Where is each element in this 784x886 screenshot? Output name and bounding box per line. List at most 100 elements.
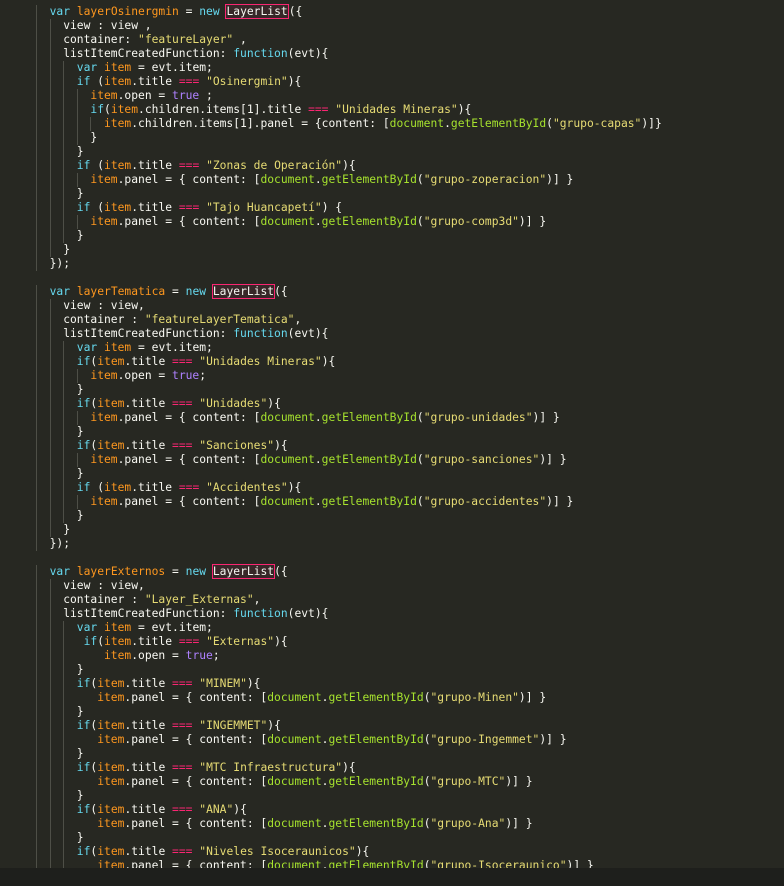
code-token: "Tajo Huancapetí" (206, 201, 322, 214)
indent-guide (49, 397, 51, 411)
code-line[interactable]: item.open = true ; (0, 89, 784, 103)
code-line[interactable]: if(item.title === "Unidades Mineras"){ (0, 355, 784, 369)
code-token: var (49, 565, 77, 578)
indent-guide (63, 635, 65, 649)
code-line[interactable]: }); (0, 257, 784, 271)
code-line[interactable]: if(item.title === "MINEM"){ (0, 677, 784, 691)
code-line[interactable]: var item = evt.item; (0, 621, 784, 635)
code-text: if(item.title === "Externas"){ (84, 635, 288, 649)
indent-guide (49, 173, 51, 187)
code-line[interactable]: } (0, 523, 784, 537)
code-line[interactable]: } (0, 425, 784, 439)
indent-guide (49, 61, 51, 75)
indent-guide (36, 495, 37, 509)
indent-guide (49, 299, 51, 313)
code-text: } (77, 831, 84, 845)
code-line[interactable]: view : view, (0, 579, 784, 593)
code-token: ){ (342, 159, 356, 172)
code-line[interactable]: listItemCreatedFunction: function(evt){ (0, 607, 784, 621)
code-line[interactable]: view : view, (0, 299, 784, 313)
code-line[interactable]: item.panel = { content: [document.getEle… (0, 859, 784, 868)
code-token: "grupo-zoperacion" (423, 173, 547, 186)
code-line[interactable]: } (0, 131, 784, 145)
indent-guide (36, 243, 37, 257)
code-text: item.open = true; (104, 649, 220, 663)
code-line[interactable]: } (0, 509, 784, 523)
code-token: item (104, 117, 132, 130)
code-line[interactable]: item.children.items[1].panel = {content:… (0, 117, 784, 131)
code-line[interactable]: item.panel = { content: [document.getEle… (0, 733, 784, 747)
indent-guide (36, 285, 37, 299)
code-text: }); (50, 257, 70, 271)
code-line[interactable]: var item = evt.item; (0, 61, 784, 75)
indent-guide (36, 327, 37, 341)
code-line[interactable]: item.panel = { content: [document.getEle… (0, 817, 784, 831)
indent-guide (49, 635, 51, 649)
code-token: var (49, 5, 77, 18)
code-line[interactable]: if (item.title === "Zonas de Operación")… (0, 159, 784, 173)
code-line[interactable]: } (0, 747, 784, 761)
code-line[interactable]: view : view , (0, 19, 784, 33)
indent-guide (63, 61, 65, 75)
code-line[interactable]: item.panel = { content: [document.getEle… (0, 215, 784, 229)
code-line[interactable] (0, 551, 784, 565)
code-token: view : view , (63, 19, 152, 32)
code-line[interactable]: if(item.title === "ANA"){ (0, 803, 784, 817)
code-line[interactable]: if (item.title === "Osinergmin"){ (0, 75, 784, 89)
code-line[interactable]: } (0, 831, 784, 845)
code-line[interactable]: if (item.title === "Tajo Huancapetí") { (0, 201, 784, 215)
code-line[interactable]: var layerTematica = new LayerList({ (0, 284, 784, 299)
indent-guide (76, 117, 78, 131)
code-line[interactable]: } (0, 229, 784, 243)
code-line[interactable]: if(item.children.items[1].title === "Uni… (0, 103, 784, 117)
code-line[interactable]: var item = evt.item; (0, 341, 784, 355)
indent-guide (49, 761, 51, 775)
code-line[interactable]: if(item.title === "MTC Infraestructura")… (0, 761, 784, 775)
indent-guide (49, 649, 51, 663)
code-line[interactable]: } (0, 243, 784, 257)
code-token: .panel = { content: [ (124, 733, 268, 746)
code-line[interactable]: container : "Layer_Externas", (0, 593, 784, 607)
code-line[interactable]: item.panel = { content: [document.getEle… (0, 453, 784, 467)
code-line[interactable]: item.open = true; (0, 369, 784, 383)
code-line[interactable]: item.panel = { content: [document.getEle… (0, 411, 784, 425)
code-editor[interactable]: var layerOsinergmin = new LayerList({vie… (0, 0, 784, 868)
code-line[interactable]: }); (0, 537, 784, 551)
code-token: . (314, 411, 322, 424)
code-line[interactable]: if(item.title === "Niveles Isoceraunicos… (0, 845, 784, 859)
code-line[interactable]: item.open = true; (0, 649, 784, 663)
code-token: )] } (505, 775, 533, 788)
code-token: document (260, 173, 315, 186)
code-line[interactable]: if (item.title === "Accidentes"){ (0, 481, 784, 495)
code-line[interactable]: var layerExternos = new LayerList({ (0, 564, 784, 579)
code-line[interactable]: } (0, 467, 784, 481)
code-line[interactable]: listItemCreatedFunction: function(evt){ (0, 47, 784, 61)
indent-guide (49, 481, 51, 495)
code-line[interactable]: } (0, 187, 784, 201)
code-line[interactable]: if(item.title === "INGEMMET"){ (0, 719, 784, 733)
code-line[interactable]: } (0, 383, 784, 397)
code-line[interactable]: } (0, 705, 784, 719)
code-line[interactable]: item.panel = { content: [document.getEle… (0, 691, 784, 705)
code-line[interactable]: } (0, 145, 784, 159)
code-token: === (172, 845, 193, 858)
code-line[interactable]: var layerOsinergmin = new LayerList({ (0, 4, 784, 19)
code-line[interactable]: } (0, 789, 784, 803)
code-line[interactable]: } (0, 663, 784, 677)
indent-guide (36, 481, 37, 495)
code-line[interactable]: if(item.title === "Sanciones"){ (0, 439, 784, 453)
indent-guide (36, 859, 37, 868)
indent-guide (63, 775, 65, 789)
code-line[interactable]: item.panel = { content: [document.getEle… (0, 173, 784, 187)
code-line[interactable]: item.panel = { content: [document.getEle… (0, 775, 784, 789)
code-area[interactable]: var layerOsinergmin = new LayerList({vie… (0, 4, 784, 868)
code-line[interactable]: if(item.title === "Externas"){ (0, 635, 784, 649)
code-line[interactable]: if(item.title === "Unidades"){ (0, 397, 784, 411)
code-line[interactable]: container : "featureLayerTematica", (0, 313, 784, 327)
code-line[interactable]: listItemCreatedFunction: function(evt){ (0, 327, 784, 341)
code-line[interactable]: item.panel = { content: [document.getEle… (0, 495, 784, 509)
code-line[interactable] (0, 271, 784, 285)
indent-guide (63, 691, 65, 705)
code-line[interactable]: container: "featureLayer" , (0, 33, 784, 47)
indent-guide (36, 313, 37, 327)
